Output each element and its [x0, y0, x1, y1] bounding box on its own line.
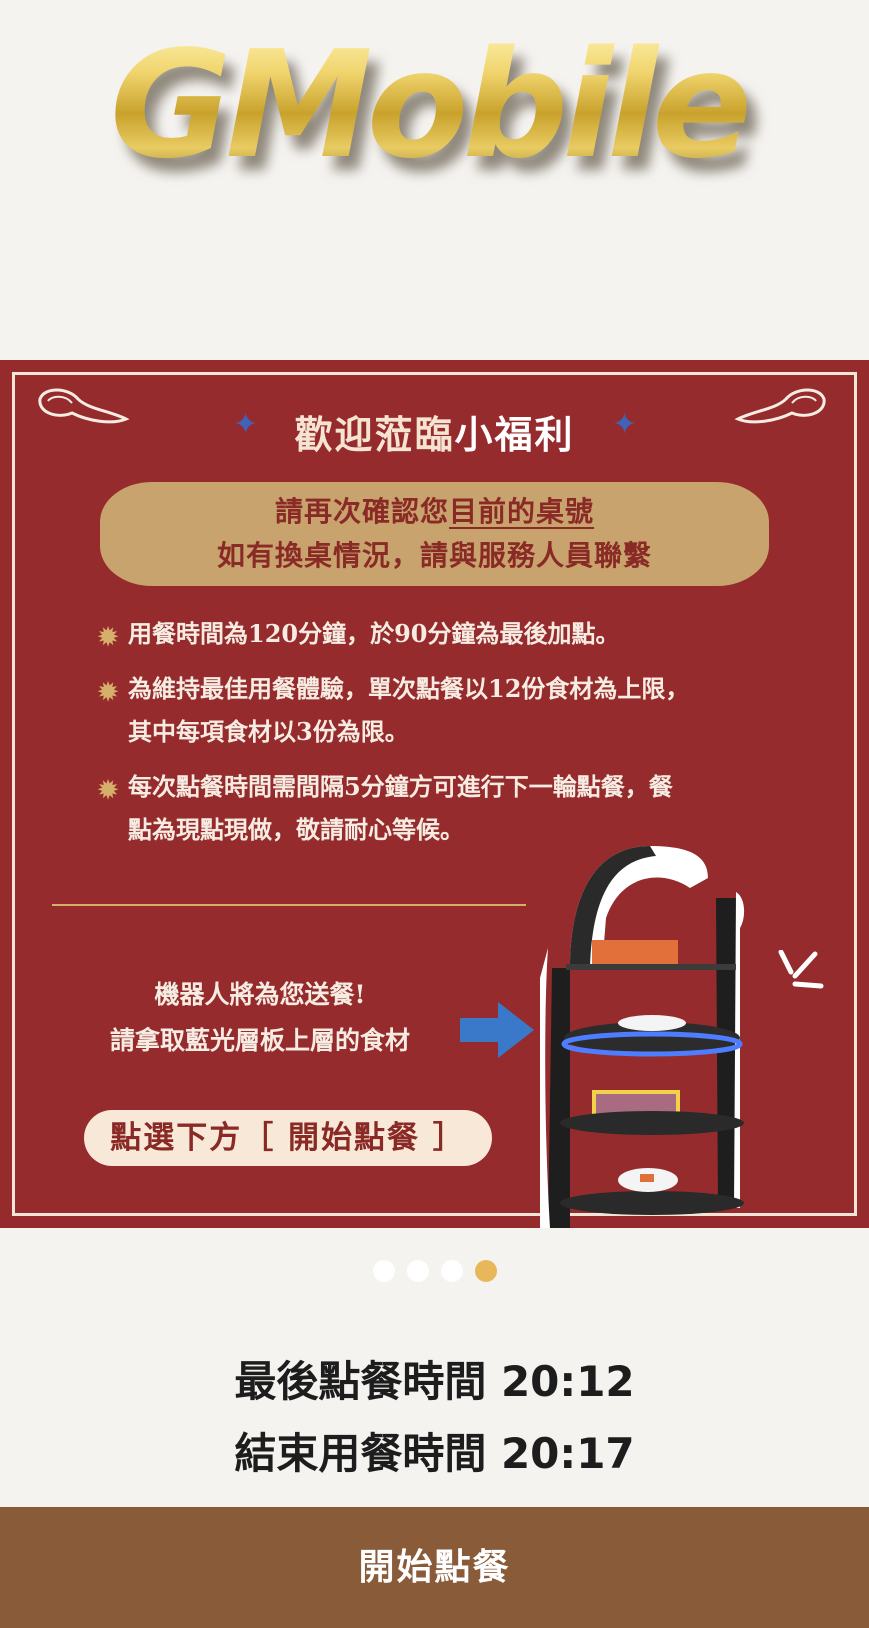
confirm-line1-prefix: 請再次確認您 — [274, 495, 449, 528]
carousel-dot[interactable] — [440, 1260, 463, 1282]
starburst-bullet-icon: ✹ — [98, 775, 119, 804]
burst-lines-icon — [778, 950, 824, 989]
start-order-hint: 點選下方［ 開始點餐 ］ — [84, 1110, 492, 1166]
carousel-dot[interactable] — [406, 1260, 429, 1282]
banner-title-prefix: 歡迎蒞臨 — [294, 412, 455, 457]
rule-item: ✹ 用餐時間為120分鐘，於90分鐘為最後加點。 — [98, 612, 798, 655]
starburst-bullet-icon: ✹ — [98, 622, 119, 651]
dining-rules-list: ✹ 用餐時間為120分鐘，於90分鐘為最後加點。 ✹ 為維持最佳用餐體驗，單次點… — [98, 612, 798, 863]
carousel-dot[interactable] — [372, 1260, 395, 1282]
rule-item: ✹ 為維持最佳用餐體驗，單次點餐以12份食材為上限， 其中每項食材以3份為限。 — [98, 667, 798, 753]
dining-times: 最後點餐時間 20:12 結束用餐時間 20:17 — [0, 1346, 869, 1490]
logo-area: GMobile — [0, 0, 869, 360]
end-dining-time: 結束用餐時間 20:17 — [234, 1429, 635, 1478]
carousel-indicator — [0, 1260, 869, 1284]
carousel-dot-active[interactable] — [474, 1260, 497, 1282]
banner-title: 歡迎蒞臨小福利 — [0, 400, 869, 470]
promo-banner[interactable]: ✦ ✦ 歡迎蒞臨小福利 請再次確認您目前的桌號 如有換桌情況，請與服務人員聯繫 … — [0, 360, 869, 1228]
arrow-right-icon — [460, 1002, 534, 1058]
robot-delivery-note: 機器人將為您送餐! 請拿取藍光層板上層的食材 — [109, 980, 410, 1055]
last-order-time: 最後點餐時間 20:12 — [234, 1357, 635, 1406]
gmobile-logo: GMobile — [110, 20, 752, 190]
banner-title-highlight: 小福利 — [454, 412, 575, 457]
starburst-bullet-icon: ✹ — [98, 677, 119, 706]
confirm-line1-underlined: 目前的桌號 — [449, 495, 595, 528]
table-confirm-notice: 請再次確認您目前的桌號 如有換桌情況，請與服務人員聯繫 — [100, 482, 769, 586]
serving-robot-image — [540, 846, 745, 1228]
start-order-button[interactable]: 開始點餐 — [0, 1507, 869, 1628]
confirm-line2: 如有換桌情況，請與服務人員聯繫 — [216, 539, 652, 572]
banner-divider — [52, 904, 526, 906]
